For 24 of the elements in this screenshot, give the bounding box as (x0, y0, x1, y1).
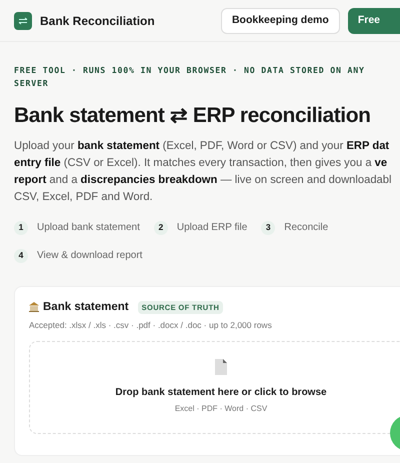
accepted-text: Accepted: .xlsx / .xls · .csv · .pdf · .docx / .doc · up to 2,000 rows (29, 318, 273, 332)
intro-text: entry file (CSV or Excel). It matches every transaction, then gives you a ve (14, 156, 388, 170)
step-number: 3 (261, 220, 276, 234)
step-number: 1 (14, 220, 28, 234)
step-number: 2 (154, 220, 168, 234)
dropzone-prompt: Drop bank statement here or click to browse (115, 386, 327, 400)
file-icon (214, 358, 228, 374)
intro-text: report and a discrepancies breakdown — live on screen and downloadabl (14, 172, 392, 188)
step-label: View & download report (37, 249, 142, 263)
bank-icon (29, 302, 39, 312)
logo-icon (14, 12, 32, 30)
step-label: Upload ERP file (176, 221, 248, 235)
page-heading: Bank statement ⇄ ERP reconciliation (14, 103, 372, 129)
card-title: Bank statement (43, 300, 129, 314)
eyebrow-text: FREE TOOL · RUNS 100% IN YOUR BROWSER · NO DATA STORED ON ANY SERVER (14, 64, 366, 90)
intro-text: Upload your bank statement (Excel, PDF, Word or CSV) and your ERP dat (14, 138, 390, 154)
step-label: Reconcile (284, 221, 328, 235)
demo-button[interactable]: Bookkeeping demo (220, 8, 340, 34)
primary-button[interactable]: Free (348, 8, 400, 34)
app-title: Bank Reconciliation (40, 12, 156, 30)
intro-text: CSV, Excel, PDF and Word. (14, 190, 153, 204)
format-list: Excel · PDF · Word · CSV (174, 402, 268, 414)
step-label: Upload bank statement (37, 221, 140, 235)
step-number: 4 (14, 248, 28, 262)
